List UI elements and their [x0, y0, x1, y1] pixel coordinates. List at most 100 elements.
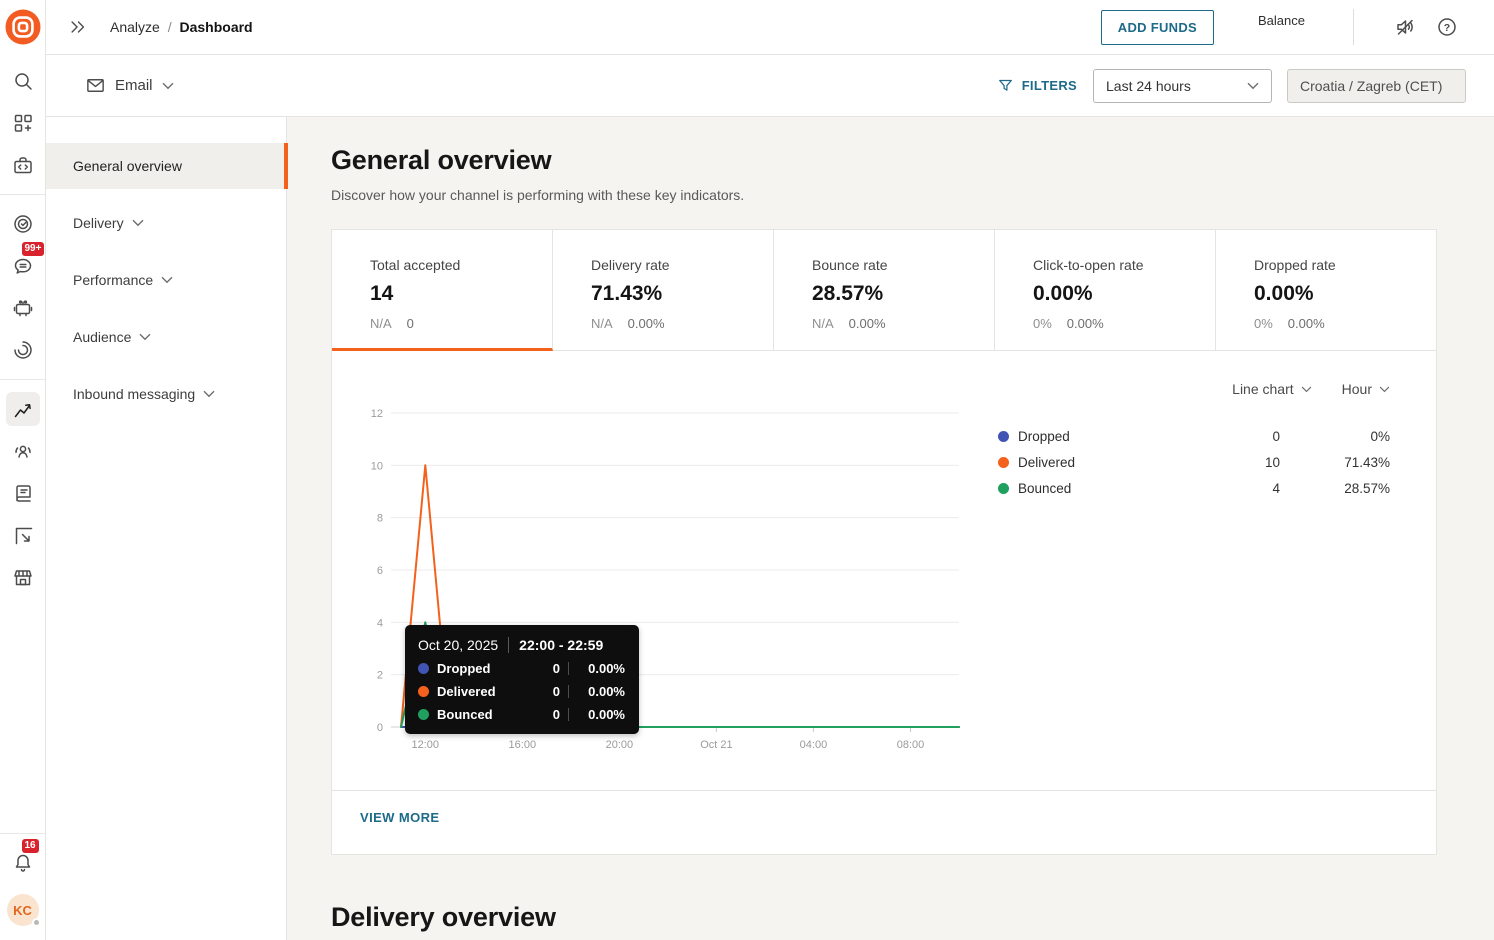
- help-button[interactable]: ?: [1430, 10, 1464, 44]
- kpi-tab-delivery-rate[interactable]: Delivery rate 71.43% N/A 0.00%: [553, 230, 774, 351]
- analytics-nav: General overview Delivery Performance Au…: [46, 117, 288, 940]
- bounced-dot-icon: [418, 709, 429, 720]
- presence-dot: [31, 918, 41, 927]
- chatbot-icon: [13, 300, 32, 317]
- tooltip-row: Dropped 0 0.00%: [418, 661, 625, 676]
- delivered-dot-icon: [418, 686, 429, 697]
- kpi-delta: 0.00%: [1066, 316, 1104, 331]
- kpi-benchmark: N/A: [591, 316, 613, 331]
- nav-item-audience[interactable]: Audience: [46, 314, 286, 360]
- audience-people-icon: [14, 445, 31, 458]
- interval-select[interactable]: Hour: [1342, 381, 1390, 397]
- legend-row-bounced[interactable]: Bounced 4 28.57%: [998, 475, 1390, 501]
- infobip-logo[interactable]: [4, 8, 42, 46]
- nav-item-performance[interactable]: Performance: [46, 257, 286, 303]
- add-funds-button[interactable]: ADD FUNDS: [1100, 9, 1215, 45]
- card-footer: VIEW MORE: [332, 790, 1436, 854]
- nav-item-label: Performance: [73, 272, 154, 288]
- kpi-tab-bounce-rate[interactable]: Bounce rate 28.57% N/A 0.00%: [774, 230, 995, 351]
- svg-text:8: 8: [377, 513, 383, 525]
- rail-item-conversations[interactable]: 99+: [6, 242, 45, 283]
- rail-item-exchange[interactable]: [6, 560, 40, 594]
- svg-text:6: 6: [377, 565, 383, 577]
- campaigns-target-icon: [13, 215, 32, 233]
- nav-item-general-overview[interactable]: General overview: [46, 143, 288, 189]
- breadcrumb: Analyze / Dashboard: [110, 19, 253, 35]
- user-avatar[interactable]: KC: [6, 894, 41, 927]
- journeys-flag-icon: [15, 527, 32, 545]
- kpi-tab-dropped-rate[interactable]: Dropped rate 0.00% 0% 0.00%: [1216, 230, 1436, 351]
- delivered-dot-icon: [998, 456, 1009, 468]
- bounced-dot-icon: [998, 482, 1009, 494]
- knowledge-book-icon: [15, 485, 31, 502]
- rail-item-audience[interactable]: [6, 434, 40, 468]
- conversations-badge: 99+: [21, 242, 45, 256]
- rail-item-notifications[interactable]: 16: [6, 839, 40, 880]
- dev-tools-icon: [13, 157, 32, 174]
- sidebar-collapse-button[interactable]: [68, 17, 88, 37]
- channel-toolbar: Email FILTERS Last 24 hours Croatia / Za…: [46, 55, 1494, 117]
- timezone-field[interactable]: Croatia / Zagreb (CET): [1287, 68, 1466, 103]
- rail-item-campaigns[interactable]: [6, 207, 40, 241]
- chevron-down-icon: [132, 219, 144, 227]
- notifications-bell-icon: [15, 854, 30, 872]
- double-chevron-right-icon: [71, 21, 85, 33]
- kpi-delta: 0.00%: [627, 316, 665, 331]
- kpi-benchmark: N/A: [812, 316, 834, 331]
- view-more-link[interactable]: VIEW MORE: [360, 810, 439, 825]
- chevron-down-icon: [203, 390, 215, 398]
- kpi-value: 71.43%: [591, 282, 663, 305]
- interval-value: Hour: [1341, 381, 1372, 397]
- breadcrumb-section[interactable]: Analyze: [110, 19, 160, 35]
- nav-item-inbound-messaging[interactable]: Inbound messaging: [46, 371, 286, 417]
- svg-text:4: 4: [377, 617, 383, 629]
- channel-selector[interactable]: Email: [85, 75, 174, 96]
- kpi-delta: 0.00%: [848, 316, 886, 331]
- tooltip-time-range: 22:00 - 22:59: [519, 637, 604, 653]
- kpi-label: Dropped rate: [1254, 257, 1336, 273]
- timezone-value: Croatia / Zagreb (CET): [1300, 77, 1443, 94]
- kpi-tab-total-accepted[interactable]: Total accepted 14 N/A 0: [332, 230, 553, 351]
- top-header: Analyze / Dashboard ADD FUNDS Balance ?: [46, 0, 1494, 55]
- svg-text:2: 2: [377, 670, 383, 682]
- conversations-icon: [14, 258, 31, 274]
- svg-text:08:00: 08:00: [897, 739, 925, 751]
- rail-item-analytics[interactable]: [5, 392, 40, 426]
- rail-item-knowledge[interactable]: [6, 476, 40, 510]
- rail-item-journeys[interactable]: [6, 518, 40, 552]
- main-content: General overview Discover how your chann…: [287, 117, 1494, 940]
- kpi-value: 0.00%: [1033, 282, 1093, 305]
- rail-item-dev-tools[interactable]: [6, 148, 40, 182]
- trend-chart-area[interactable]: 0 2 4 6 8 10 12 12:00 16:00 20:00 Oct 21 04:00 08:00…: [360, 398, 980, 760]
- time-range-select[interactable]: Last 24 hours: [1093, 68, 1272, 103]
- header-divider: [1353, 9, 1354, 45]
- kpi-tab-click-to-open-rate[interactable]: Click-to-open rate 0.00% 0% 0.00%: [995, 230, 1216, 351]
- kpi-value: 0.00%: [1254, 282, 1314, 305]
- chart-side-panel: Line chart Hour Dropped 0 0% Delivered 1…: [980, 373, 1390, 760]
- svg-text:20:00: 20:00: [606, 739, 634, 751]
- legend-row-delivered[interactable]: Delivered 10 71.43%: [998, 449, 1390, 475]
- rail-item-chatbot[interactable]: [6, 291, 40, 325]
- mute-announcements-button[interactable]: [1388, 10, 1422, 44]
- kpi-label: Bounce rate: [812, 257, 888, 273]
- filter-funnel-icon: [998, 79, 1012, 91]
- filters-button[interactable]: FILTERS: [997, 77, 1077, 94]
- rail-item-apps[interactable]: [6, 106, 40, 140]
- chevron-down-icon: [1301, 386, 1311, 392]
- legend-row-dropped[interactable]: Dropped 0 0%: [998, 423, 1390, 449]
- svg-text:0: 0: [377, 722, 383, 734]
- rail-item-flows[interactable]: [6, 333, 40, 367]
- trend-chart-section: 0 2 4 6 8 10 12 12:00 16:00 20:00 Oct 21 04:00 08:00…: [332, 351, 1436, 790]
- exchange-storefront-icon: [13, 570, 32, 586]
- chart-type-select[interactable]: Line chart: [1232, 381, 1311, 397]
- svg-text:12: 12: [371, 408, 383, 420]
- nav-item-delivery[interactable]: Delivery: [46, 200, 286, 246]
- tooltip-row: Delivered 0 0.00%: [418, 684, 625, 699]
- overview-card: Total accepted 14 N/A 0 Delivery rate 71.…: [331, 229, 1437, 855]
- rail-item-search[interactable]: [6, 64, 40, 98]
- avatar-initials: KC: [13, 902, 32, 918]
- balance-label: Balance: [1258, 12, 1305, 28]
- kpi-delta: 0: [406, 316, 414, 331]
- svg-text:?: ?: [1444, 22, 1450, 34]
- rail-separator: [0, 379, 46, 380]
